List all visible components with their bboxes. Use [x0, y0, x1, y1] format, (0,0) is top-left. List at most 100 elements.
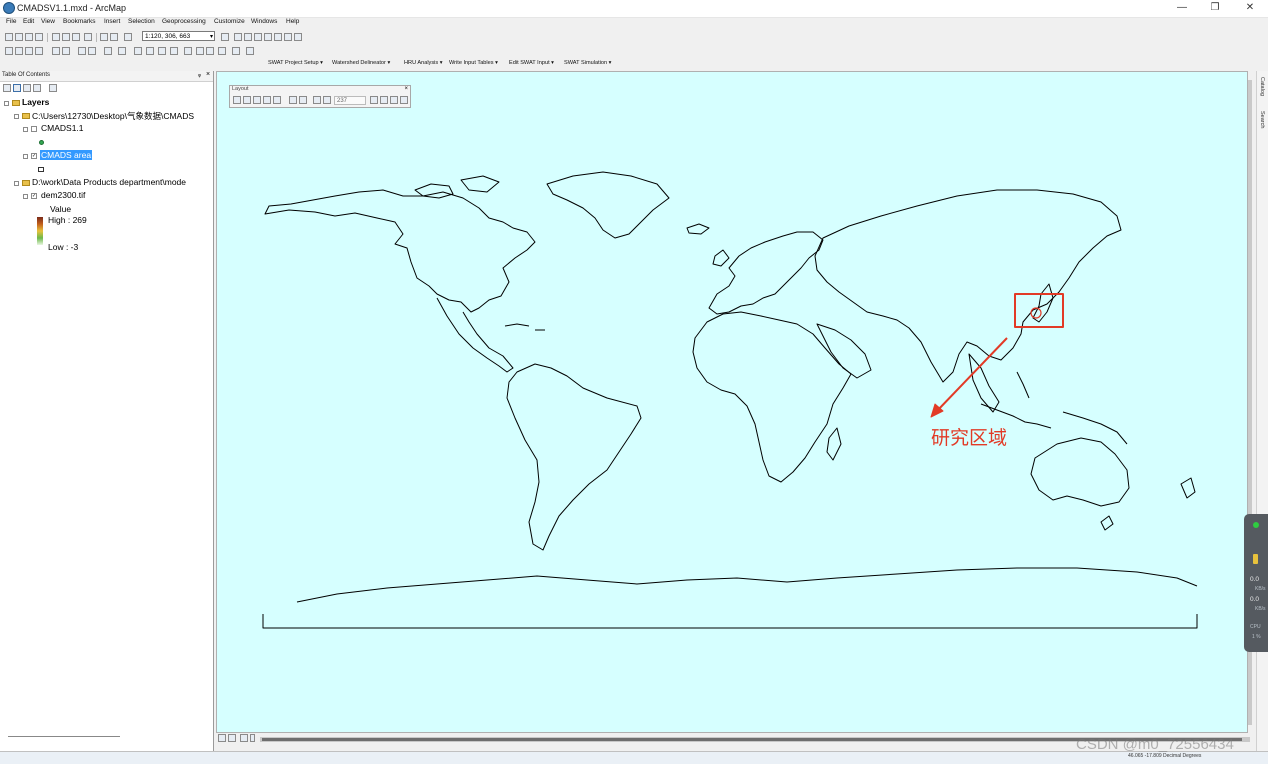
map-display[interactable]: Layout × 237: [216, 71, 1248, 733]
new-document-icon[interactable]: [5, 33, 13, 41]
undo-icon[interactable]: [100, 33, 108, 41]
layout-zoom-in-icon[interactable]: [233, 96, 241, 104]
refresh-icon[interactable]: [240, 734, 248, 742]
fixed-zoom-out-icon[interactable]: [299, 96, 307, 104]
delete-icon[interactable]: [84, 33, 92, 41]
pan-icon[interactable]: [25, 47, 33, 55]
select-features-icon[interactable]: [104, 47, 112, 55]
list-by-drawing-order-icon[interactable]: [3, 84, 11, 92]
maximize-button[interactable]: ❐: [1205, 1, 1225, 15]
close-icon[interactable]: ×: [404, 86, 408, 92]
arctoolbox-icon[interactable]: [264, 33, 272, 41]
layer-cmads-area[interactable]: CMADS area: [40, 150, 93, 160]
find-route-icon[interactable]: [206, 47, 214, 55]
menu-edit[interactable]: Edit: [23, 18, 34, 25]
menu-insert[interactable]: Insert: [104, 18, 120, 25]
toc-scrollbar[interactable]: [8, 736, 120, 737]
layout-zoom-out-icon[interactable]: [243, 96, 251, 104]
catalog-tab[interactable]: Catalog: [1259, 77, 1265, 96]
find-icon[interactable]: [196, 47, 204, 55]
zoom-out-icon[interactable]: [15, 47, 23, 55]
expand-toggle-icon[interactable]: [4, 101, 9, 106]
copy-icon[interactable]: [62, 33, 70, 41]
open-icon[interactable]: [15, 33, 23, 41]
back-extent-icon[interactable]: [78, 47, 86, 55]
expand-toggle-icon[interactable]: [23, 194, 28, 199]
data-driven-pages-icon[interactable]: [400, 96, 408, 104]
fixed-zoom-in-icon[interactable]: [289, 96, 297, 104]
hru-analysis-menu[interactable]: HRU Analysis ▾: [404, 60, 443, 66]
zoom-in-icon[interactable]: [5, 47, 13, 55]
full-extent-icon[interactable]: [35, 47, 43, 55]
create-viewer-window-icon[interactable]: [246, 47, 254, 55]
editor-toolbar-icon[interactable]: [221, 33, 229, 41]
hyperlink-icon[interactable]: [158, 47, 166, 55]
menu-bookmarks[interactable]: Bookmarks: [63, 18, 96, 25]
expand-toggle-icon[interactable]: [14, 181, 19, 186]
menu-file[interactable]: File: [6, 18, 16, 25]
zoom-to-100-icon[interactable]: [273, 96, 281, 104]
system-monitor-widget[interactable]: 0.0 KB/s 0.0 KB/s CPU 1 %: [1244, 514, 1268, 652]
forward-extent-icon[interactable]: [323, 96, 331, 104]
list-by-source-icon[interactable]: [13, 84, 21, 92]
save-icon[interactable]: [25, 33, 33, 41]
html-popup-icon[interactable]: [170, 47, 178, 55]
catalog-window-icon[interactable]: [244, 33, 252, 41]
measure-icon[interactable]: [184, 47, 192, 55]
layout-zoom-field[interactable]: 237: [334, 96, 366, 105]
focus-data-frame-icon[interactable]: [380, 96, 388, 104]
toc-options-icon[interactable]: [49, 84, 57, 92]
fixed-zoom-in-icon[interactable]: [52, 47, 60, 55]
menu-windows[interactable]: Windows: [251, 18, 277, 25]
paste-icon[interactable]: [72, 33, 80, 41]
toggle-draft-mode-icon[interactable]: [370, 96, 378, 104]
fixed-zoom-out-icon[interactable]: [62, 47, 70, 55]
list-by-selection-icon[interactable]: [33, 84, 41, 92]
layer-visibility-checkbox[interactable]: [31, 126, 37, 132]
layer-dem[interactable]: dem2300.tif: [41, 190, 85, 200]
layer-visibility-checkbox[interactable]: ✓: [31, 193, 37, 199]
python-window-icon[interactable]: [274, 33, 282, 41]
menu-help[interactable]: Help: [286, 18, 299, 25]
identify-icon[interactable]: [146, 47, 154, 55]
menu-selection[interactable]: Selection: [128, 18, 155, 25]
menu-geoprocessing[interactable]: Geoprocessing: [162, 18, 206, 25]
menu-view[interactable]: View: [41, 18, 55, 25]
layer-cmads[interactable]: CMADS1.1: [41, 123, 84, 133]
chevron-down-icon[interactable]: ▾: [210, 32, 213, 42]
layout-pan-icon[interactable]: [253, 96, 261, 104]
expand-toggle-icon[interactable]: [23, 127, 28, 132]
forward-extent-icon[interactable]: [88, 47, 96, 55]
add-data-icon[interactable]: [124, 33, 132, 41]
group-dem-path[interactable]: D:\work\Data Products department\mode: [32, 177, 186, 187]
print-icon[interactable]: [35, 33, 43, 41]
layout-view-icon[interactable]: [228, 734, 236, 742]
color-ramp-swatch[interactable]: [37, 217, 43, 245]
swat-simulation-menu[interactable]: SWAT Simulation ▾: [564, 60, 611, 66]
expand-toggle-icon[interactable]: [14, 114, 19, 119]
select-elements-icon[interactable]: [134, 47, 142, 55]
redo-icon[interactable]: [110, 33, 118, 41]
layer-visibility-checkbox[interactable]: ✓: [31, 153, 37, 159]
watershed-delineator-menu[interactable]: Watershed Delineator ▾: [332, 60, 390, 66]
close-button[interactable]: ✕: [1240, 1, 1260, 15]
modelbuilder-icon[interactable]: [284, 33, 292, 41]
zoom-whole-page-icon[interactable]: [263, 96, 271, 104]
write-input-tables-menu[interactable]: Write Input Tables ▾: [449, 60, 498, 66]
minimize-button[interactable]: —: [1172, 1, 1192, 15]
pause-drawing-icon[interactable]: [250, 734, 255, 742]
clear-selection-icon[interactable]: [118, 47, 126, 55]
swat-project-setup-menu[interactable]: SWAT Project Setup ▾: [268, 60, 323, 66]
edit-swat-input-menu[interactable]: Edit SWAT Input ▾: [509, 60, 554, 66]
polygon-symbol-icon[interactable]: [38, 167, 44, 172]
data-view-icon[interactable]: [218, 734, 226, 742]
point-symbol-icon[interactable]: [39, 140, 44, 145]
toolbar-options-icon[interactable]: [294, 33, 302, 41]
search-window-icon[interactable]: [254, 33, 262, 41]
toc-window-icon[interactable]: [234, 33, 242, 41]
menu-customize[interactable]: Customize: [214, 18, 245, 25]
list-by-visibility-icon[interactable]: [23, 84, 31, 92]
back-extent-icon[interactable]: [313, 96, 321, 104]
close-icon[interactable]: ×: [206, 71, 210, 78]
group-cmads-path[interactable]: C:\Users\12730\Desktop\气象数据\CMADS: [32, 110, 194, 122]
